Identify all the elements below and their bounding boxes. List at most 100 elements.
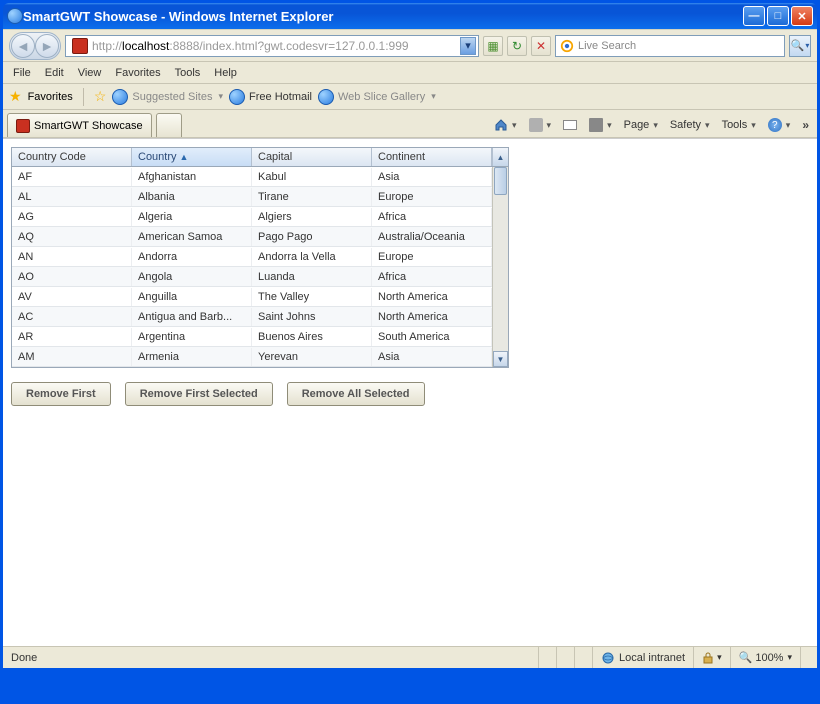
- navigation-bar: ◄ ► http://localhost:8888/index.html?gwt…: [3, 30, 817, 62]
- read-mail-button[interactable]: [559, 118, 581, 132]
- table-row[interactable]: ACAntigua and Barb...Saint JohnsNorth Am…: [12, 307, 492, 327]
- favorites-label[interactable]: Favorites: [28, 91, 73, 103]
- table-row[interactable]: AQAmerican SamoaPago PagoAustralia/Ocean…: [12, 227, 492, 247]
- table-cell: Algeria: [132, 208, 252, 226]
- table-cell: The Valley: [252, 288, 372, 306]
- security-zone: Local intranet: [593, 647, 694, 668]
- col-continent[interactable]: Continent: [372, 148, 492, 166]
- forward-button[interactable]: ►: [35, 34, 59, 58]
- ie-icon: [7, 8, 23, 24]
- remove-first-button[interactable]: Remove First: [11, 382, 111, 406]
- table-row[interactable]: ALAlbaniaTiraneEurope: [12, 187, 492, 207]
- menu-tools[interactable]: Tools: [175, 67, 201, 79]
- table-cell: AF: [12, 168, 132, 186]
- home-icon: [494, 118, 508, 132]
- back-button[interactable]: ◄: [11, 34, 35, 58]
- ie-page-icon: [318, 89, 334, 105]
- feeds-button[interactable]: [525, 116, 556, 134]
- status-text: Done: [3, 647, 45, 668]
- table-cell: Afghanistan: [132, 168, 252, 186]
- table-cell: AR: [12, 328, 132, 346]
- minimize-button[interactable]: —: [743, 6, 765, 26]
- table-row[interactable]: AVAnguillaThe ValleyNorth America: [12, 287, 492, 307]
- print-button[interactable]: [585, 116, 616, 134]
- table-cell: Albania: [132, 188, 252, 206]
- grid-body[interactable]: AFAfghanistanKabulAsiaALAlbaniaTiraneEur…: [12, 167, 492, 367]
- table-row[interactable]: ANAndorraAndorra la VellaEurope: [12, 247, 492, 267]
- status-bar: Done Local intranet ▾ 🔍 100%▾: [3, 646, 817, 668]
- menu-help[interactable]: Help: [214, 67, 237, 79]
- favorites-star-icon: ★: [9, 88, 22, 105]
- table-cell: Buenos Aires: [252, 328, 372, 346]
- scroll-down-button[interactable]: ▼: [493, 351, 508, 367]
- url-text: http://localhost:8888/index.html?gwt.cod…: [92, 39, 460, 53]
- grid-scrollbar[interactable]: ▼: [492, 167, 508, 367]
- page-content: Country Code Country▲ Capital Continent …: [3, 138, 817, 646]
- table-cell: Africa: [372, 208, 492, 226]
- zoom-control[interactable]: 🔍 100%▾: [731, 647, 801, 668]
- sort-asc-icon: ▲: [180, 152, 189, 162]
- table-row[interactable]: ARArgentinaBuenos AiresSouth America: [12, 327, 492, 347]
- table-cell: Anguilla: [132, 288, 252, 306]
- table-cell: AM: [12, 348, 132, 366]
- print-icon: [589, 118, 603, 132]
- table-cell: Asia: [372, 348, 492, 366]
- search-go-button[interactable]: 🔍▾: [789, 35, 811, 57]
- compat-view-button[interactable]: ▦: [483, 36, 503, 56]
- col-capital[interactable]: Capital: [252, 148, 372, 166]
- search-placeholder: Live Search: [578, 40, 636, 52]
- col-country[interactable]: Country▲: [132, 148, 252, 166]
- address-dropdown-button[interactable]: ▾: [460, 37, 476, 55]
- lock-icon: [702, 652, 714, 664]
- table-row[interactable]: AOAngolaLuandaAfrica: [12, 267, 492, 287]
- table-cell: AV: [12, 288, 132, 306]
- address-bar[interactable]: http://localhost:8888/index.html?gwt.cod…: [65, 35, 479, 57]
- table-cell: Africa: [372, 268, 492, 286]
- home-button[interactable]: [490, 116, 521, 134]
- suggested-sites-link[interactable]: Suggested Sites▾: [112, 89, 223, 105]
- page-menu[interactable]: Page: [620, 117, 662, 133]
- table-cell: Europe: [372, 188, 492, 206]
- remove-first-selected-button[interactable]: Remove First Selected: [125, 382, 273, 406]
- stop-button[interactable]: ✕: [531, 36, 551, 56]
- search-box[interactable]: Live Search: [555, 35, 785, 57]
- table-cell: Andorra la Vella: [252, 248, 372, 266]
- menu-favorites[interactable]: Favorites: [115, 67, 160, 79]
- mail-icon: [563, 120, 577, 130]
- table-row[interactable]: AMArmeniaYerevanAsia: [12, 347, 492, 367]
- help-icon: ?: [768, 118, 782, 132]
- table-cell: Asia: [372, 168, 492, 186]
- table-cell: North America: [372, 288, 492, 306]
- protected-mode[interactable]: ▾: [694, 647, 731, 668]
- table-cell: AO: [12, 268, 132, 286]
- maximize-button[interactable]: □: [767, 6, 789, 26]
- new-tab-button[interactable]: [156, 113, 182, 137]
- table-row[interactable]: AGAlgeriaAlgiersAfrica: [12, 207, 492, 227]
- table-cell: Australia/Oceania: [372, 228, 492, 246]
- table-cell: Armenia: [132, 348, 252, 366]
- col-country-code[interactable]: Country Code: [12, 148, 132, 166]
- web-slice-gallery-link[interactable]: Web Slice Gallery▾: [318, 89, 436, 105]
- scrollbar-thumb[interactable]: [494, 167, 507, 195]
- safety-menu[interactable]: Safety: [666, 117, 714, 133]
- menu-edit[interactable]: Edit: [45, 67, 64, 79]
- tools-menu[interactable]: Tools: [718, 117, 760, 133]
- table-cell: Algiers: [252, 208, 372, 226]
- scroll-up-button[interactable]: ▲: [492, 148, 508, 166]
- table-row[interactable]: AFAfghanistanKabulAsia: [12, 167, 492, 187]
- tab-smartgwt-showcase[interactable]: SmartGWT Showcase: [7, 113, 152, 137]
- chevron-more-icon[interactable]: »: [802, 118, 809, 132]
- table-cell: Tirane: [252, 188, 372, 206]
- help-button[interactable]: ?: [764, 116, 795, 134]
- ie-page-icon: [229, 89, 245, 105]
- add-favorite-icon[interactable]: ☆: [94, 88, 107, 105]
- table-cell: AL: [12, 188, 132, 206]
- menu-view[interactable]: View: [78, 67, 102, 79]
- table-cell: North America: [372, 308, 492, 326]
- close-button[interactable]: ✕: [791, 6, 813, 26]
- refresh-button[interactable]: ↻: [507, 36, 527, 56]
- remove-all-selected-button[interactable]: Remove All Selected: [287, 382, 425, 406]
- favorites-bar: ★ Favorites ☆ Suggested Sites▾ Free Hotm…: [3, 84, 817, 110]
- menu-file[interactable]: File: [13, 67, 31, 79]
- free-hotmail-link[interactable]: Free Hotmail: [229, 89, 312, 105]
